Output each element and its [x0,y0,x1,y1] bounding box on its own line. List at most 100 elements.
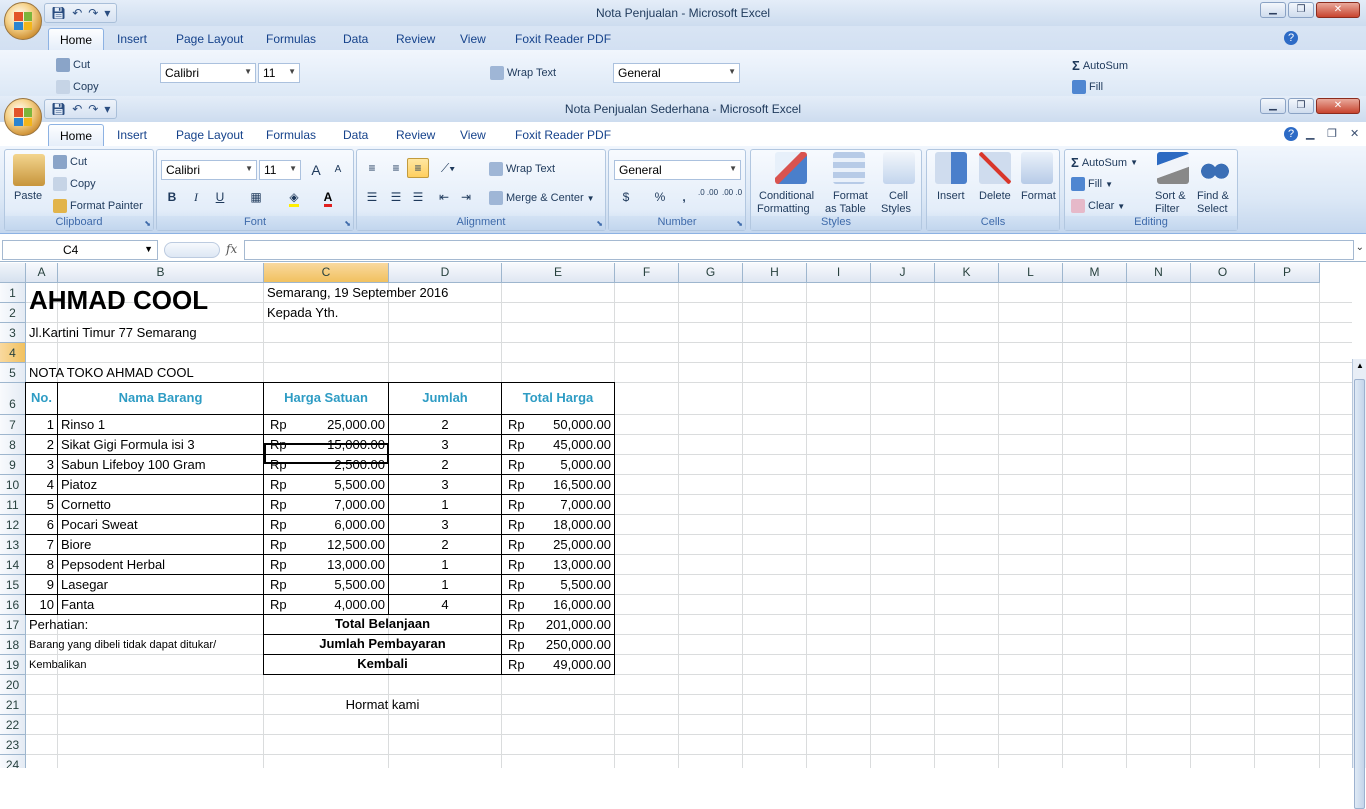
office-button[interactable] [4,98,42,136]
font-launcher-icon[interactable]: ⬊ [344,219,351,228]
tab-review[interactable]: Review [396,128,435,142]
row-header-5[interactable]: 5 [0,363,26,383]
tab-page-layout[interactable]: Page Layout [176,128,243,142]
clear-button[interactable]: Clear ▼ [1071,199,1125,213]
column-header-b[interactable]: B [58,263,264,283]
grow-font-button[interactable]: A [305,160,327,180]
back-autosum-button[interactable]: Σ AutoSum [1072,58,1128,73]
number-launcher-icon[interactable]: ⬊ [736,219,743,228]
row-header-4[interactable]: 4 [0,343,26,363]
active-cell-selection[interactable] [264,443,389,464]
vertical-scrollbar[interactable]: ▲ [1352,359,1366,809]
column-header-n[interactable]: N [1127,263,1191,283]
row-header-8[interactable]: 8 [0,435,26,455]
back-tab-foxit[interactable]: Foxit Reader PDF [515,32,611,46]
row-header-24[interactable]: 24 [0,755,26,768]
row-header-7[interactable]: 7 [0,415,26,435]
row-header-18[interactable]: 18 [0,635,26,655]
formula-input[interactable] [244,240,1354,260]
row-header-2[interactable]: 2 [0,303,26,323]
paste-icon[interactable] [13,154,45,186]
font-size-combo[interactable]: 11 ▼ [259,160,301,180]
customize-qat-icon[interactable]: ▾ [104,102,110,116]
tab-home[interactable]: Home [48,124,105,147]
orientation-button[interactable]: ⟋▾ [437,158,459,178]
back-tab-review[interactable]: Review [396,32,435,46]
column-header-l[interactable]: L [999,263,1063,283]
back-tab-page-layout[interactable]: Page Layout [176,32,243,46]
row-header-15[interactable]: 15 [0,575,26,595]
back-font-size-combo[interactable]: 11 ▼ [258,63,300,83]
alignment-launcher-icon[interactable]: ⬊ [596,219,603,228]
column-header-g[interactable]: G [679,263,743,283]
wrap-text-button[interactable]: Wrap Text [489,162,555,176]
save-icon[interactable]: 💾︎ [51,102,66,116]
comma-style-button[interactable]: , [673,187,695,207]
align-bottom-button[interactable]: ≡ [407,158,429,178]
back-office-button[interactable] [4,2,42,40]
expand-formula-bar-icon[interactable]: ⌄ [1356,242,1364,253]
back-minimize-button[interactable]: ▁ [1260,2,1286,18]
column-header-c[interactable]: C [264,263,389,283]
tab-foxit-reader-pdf[interactable]: Foxit Reader PDF [515,128,611,142]
conditional-formatting-button[interactable]: Conditional Formatting [755,152,825,216]
select-all-button[interactable] [0,263,26,283]
column-header-p[interactable]: P [1255,263,1320,283]
tab-view[interactable]: View [460,128,486,142]
row-header-21[interactable]: 21 [0,695,26,715]
redo-icon[interactable]: ↷ [88,102,98,116]
shrink-font-button[interactable]: A [327,160,349,180]
name-box[interactable]: C4 ▼ [2,240,158,260]
column-header-f[interactable]: F [615,263,679,283]
number-format-combo[interactable]: General ▼ [614,160,741,180]
align-center-button[interactable]: ☰ [385,187,407,207]
minimize-button[interactable]: ▁ [1260,98,1286,114]
back-tab-formulas[interactable]: Formulas [266,32,316,46]
scroll-up-icon[interactable]: ▲ [1356,361,1364,370]
row-header-19[interactable]: 19 [0,655,26,675]
back-wrap-text-button[interactable]: Wrap Text [490,66,556,80]
tab-data[interactable]: Data [343,128,368,142]
paste-button[interactable]: Paste [14,190,42,202]
clipboard-launcher-icon[interactable]: ⬊ [144,219,151,228]
bold-button[interactable]: B [161,187,183,207]
back-tab-insert[interactable]: Insert [117,32,147,46]
font-color-button[interactable]: A [317,187,339,207]
close-button[interactable]: ✕ [1316,98,1360,114]
back-tab-data[interactable]: Data [343,32,368,46]
row-header-23[interactable]: 23 [0,735,26,755]
row-header-6[interactable]: 6 [0,383,26,415]
column-header-d[interactable]: D [389,263,502,283]
row-header-17[interactable]: 17 [0,615,26,635]
italic-button[interactable]: I [185,187,207,207]
insert-cells-button[interactable]: Insert [931,152,973,216]
undo-icon[interactable]: ↶ [72,6,82,20]
delete-cells-button[interactable]: Delete [975,152,1017,216]
scrollbar-thumb[interactable] [1354,379,1365,809]
row-header-9[interactable]: 9 [0,455,26,475]
save-icon[interactable]: 💾︎ [51,6,66,20]
fill-color-button[interactable]: ◈ [283,187,305,207]
underline-button[interactable]: U [209,187,231,207]
decrease-decimal-button[interactable]: .00 .0 [721,187,743,207]
currency-button[interactable]: $ [615,187,637,207]
fill-button[interactable]: Fill ▼ [1071,177,1113,191]
sort-filter-button[interactable]: Sort & Filter [1153,152,1193,216]
autosum-button[interactable]: Σ AutoSum ▼ [1071,155,1138,170]
row-header-11[interactable]: 11 [0,495,26,515]
back-cut-button[interactable]: Cut [56,58,90,72]
percent-button[interactable]: % [649,187,671,207]
format-painter-button[interactable]: Format Painter [53,199,143,213]
column-header-k[interactable]: K [935,263,999,283]
increase-indent-button[interactable]: ⇥ [455,187,477,207]
insert-function-button[interactable]: fx [226,242,237,256]
back-close-button[interactable]: ✕ [1316,2,1360,18]
find-select-button[interactable]: Find & Select [1193,152,1237,216]
column-header-m[interactable]: M [1063,263,1127,283]
back-copy-button[interactable]: Copy [56,80,99,94]
back-number-format-combo[interactable]: General ▼ [613,63,740,83]
row-header-16[interactable]: 16 [0,595,26,615]
tab-insert[interactable]: Insert [117,128,147,142]
font-name-combo[interactable]: Calibri ▼ [161,160,257,180]
increase-decimal-button[interactable]: .0 .00 [697,187,719,207]
